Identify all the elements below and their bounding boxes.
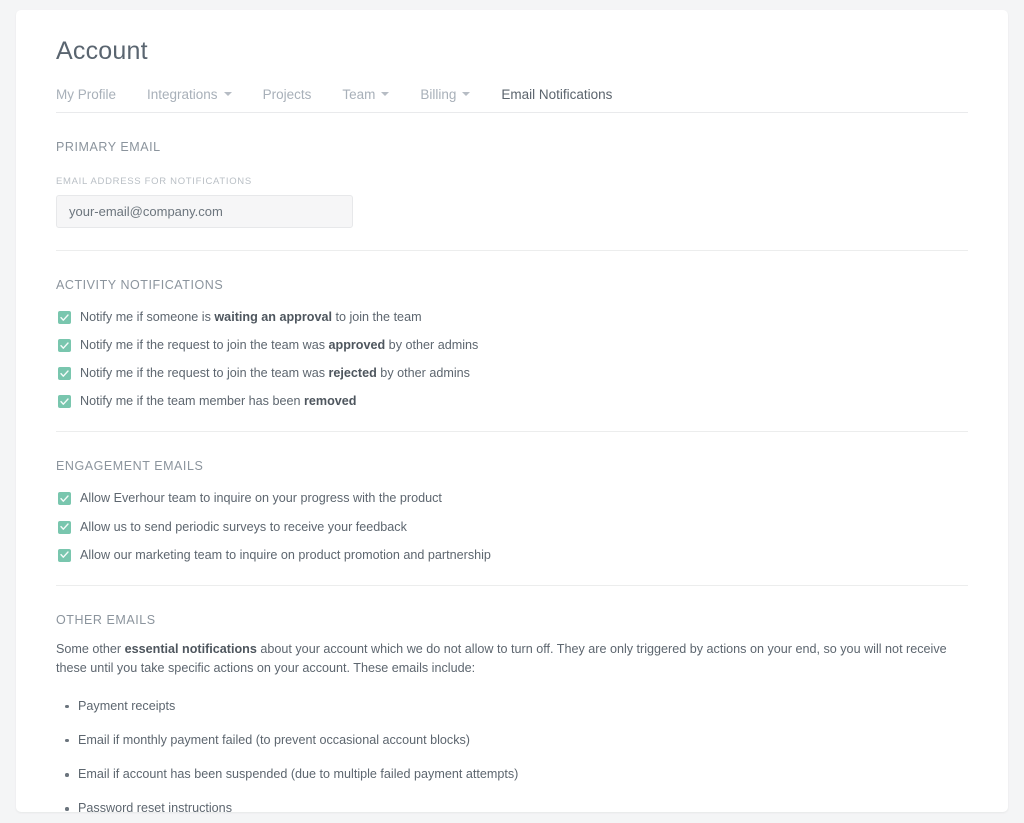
checkbox-label: Notify me if the request to join the tea… bbox=[80, 366, 470, 381]
section-engagement-emails: ENGAGEMENT EMAILS Allow Everhour team to… bbox=[56, 432, 968, 585]
section-title-engagement-emails: ENGAGEMENT EMAILS bbox=[56, 459, 968, 473]
label-text-tail: by other admins bbox=[385, 338, 478, 352]
label-text: Notify me if the request to join the tea… bbox=[80, 366, 329, 380]
checkbox-row[interactable]: Notify me if the team member has been re… bbox=[56, 394, 968, 409]
tab-integrations[interactable]: Integrations bbox=[147, 88, 232, 102]
account-settings-card: Account My Profile Integrations Projects Te… bbox=[16, 10, 1008, 812]
section-primary-email: PRIMARY EMAIL EMAIL ADDRESS FOR NOTIFICA… bbox=[56, 113, 968, 251]
label-text-tail: by other admins bbox=[377, 366, 470, 380]
tab-label: Billing bbox=[420, 88, 456, 102]
list-item: Password reset instructions bbox=[78, 801, 968, 812]
checkbox-row[interactable]: Notify me if someone is waiting an appro… bbox=[56, 310, 968, 325]
section-activity-notifications: ACTIVITY NOTIFICATIONS Notify me if some… bbox=[56, 251, 968, 432]
checkbox-row[interactable]: Notify me if the request to join the tea… bbox=[56, 366, 968, 381]
paragraph-bold: essential notifications bbox=[125, 642, 257, 656]
checkbox-label: Allow our marketing team to inquire on p… bbox=[80, 548, 491, 563]
tab-label: Projects bbox=[263, 88, 312, 102]
checkbox-checked-icon[interactable] bbox=[58, 549, 71, 562]
checkbox-row[interactable]: Allow us to send periodic surveys to rec… bbox=[56, 520, 968, 535]
chevron-down-icon bbox=[462, 92, 470, 96]
checkbox-label: Allow Everhour team to inquire on your p… bbox=[80, 491, 442, 506]
label-text-tail: to join the team bbox=[332, 310, 422, 324]
page-background: Account My Profile Integrations Projects Te… bbox=[0, 0, 1024, 823]
chevron-down-icon bbox=[381, 92, 389, 96]
tab-email-notifications[interactable]: Email Notifications bbox=[501, 88, 612, 102]
label-text: Notify me if the request to join the tea… bbox=[80, 338, 329, 352]
other-emails-bullets: Payment receipts Email if monthly payment… bbox=[56, 699, 968, 812]
tab-billing[interactable]: Billing bbox=[420, 88, 470, 102]
checkbox-label: Notify me if someone is waiting an appro… bbox=[80, 310, 422, 325]
checkbox-row[interactable]: Allow Everhour team to inquire on your p… bbox=[56, 491, 968, 506]
other-emails-paragraph: Some other essential notifications about… bbox=[56, 640, 968, 679]
label-text: Allow us to send periodic surveys to rec… bbox=[80, 520, 407, 534]
list-item: Email if monthly payment failed (to prev… bbox=[78, 733, 968, 748]
tab-my-profile[interactable]: My Profile bbox=[56, 88, 116, 102]
account-tabs: My Profile Integrations Projects Team Billin… bbox=[56, 88, 968, 114]
tab-team[interactable]: Team bbox=[342, 88, 389, 102]
section-title-activity-notifications: ACTIVITY NOTIFICATIONS bbox=[56, 278, 968, 292]
checkbox-row[interactable]: Notify me if the request to join the tea… bbox=[56, 338, 968, 353]
checkbox-checked-icon[interactable] bbox=[58, 339, 71, 352]
chevron-down-icon bbox=[224, 92, 232, 96]
page-title: Account bbox=[56, 38, 968, 66]
tab-label: Team bbox=[342, 88, 375, 102]
checkbox-checked-icon[interactable] bbox=[58, 492, 71, 505]
section-title-other-emails: OTHER EMAILS bbox=[56, 613, 968, 627]
label-text: Notify me if someone is bbox=[80, 310, 214, 324]
label-emphasis: approved bbox=[329, 338, 386, 352]
tab-label: Integrations bbox=[147, 88, 218, 102]
label-emphasis: removed bbox=[304, 394, 357, 408]
checkbox-checked-icon[interactable] bbox=[58, 521, 71, 534]
section-title-primary-email: PRIMARY EMAIL bbox=[56, 140, 968, 154]
tab-projects[interactable]: Projects bbox=[263, 88, 312, 102]
label-emphasis: waiting an approval bbox=[214, 310, 332, 324]
engagement-emails-list: Allow Everhour team to inquire on your p… bbox=[56, 491, 968, 562]
tab-label: My Profile bbox=[56, 88, 116, 102]
checkbox-label: Notify me if the request to join the tea… bbox=[80, 338, 478, 353]
label-text: Notify me if the team member has been bbox=[80, 394, 304, 408]
label-text: Allow Everhour team to inquire on your p… bbox=[80, 491, 442, 505]
section-other-emails: OTHER EMAILS Some other essential notifi… bbox=[56, 586, 968, 812]
checkbox-label: Allow us to send periodic surveys to rec… bbox=[80, 520, 407, 535]
list-item: Email if account has been suspended (due… bbox=[78, 767, 968, 782]
checkbox-checked-icon[interactable] bbox=[58, 395, 71, 408]
checkbox-checked-icon[interactable] bbox=[58, 311, 71, 324]
list-item: Payment receipts bbox=[78, 699, 968, 714]
activity-notifications-list: Notify me if someone is waiting an appro… bbox=[56, 310, 968, 409]
checkbox-label: Notify me if the team member has been re… bbox=[80, 394, 357, 409]
label-emphasis: rejected bbox=[329, 366, 377, 380]
label-text: Allow our marketing team to inquire on p… bbox=[80, 548, 491, 562]
checkbox-checked-icon[interactable] bbox=[58, 367, 71, 380]
email-input[interactable] bbox=[56, 195, 353, 228]
checkbox-row[interactable]: Allow our marketing team to inquire on p… bbox=[56, 548, 968, 563]
email-field-label: EMAIL ADDRESS FOR NOTIFICATIONS bbox=[56, 176, 968, 187]
paragraph-before: Some other bbox=[56, 642, 125, 656]
tab-label: Email Notifications bbox=[501, 88, 612, 102]
